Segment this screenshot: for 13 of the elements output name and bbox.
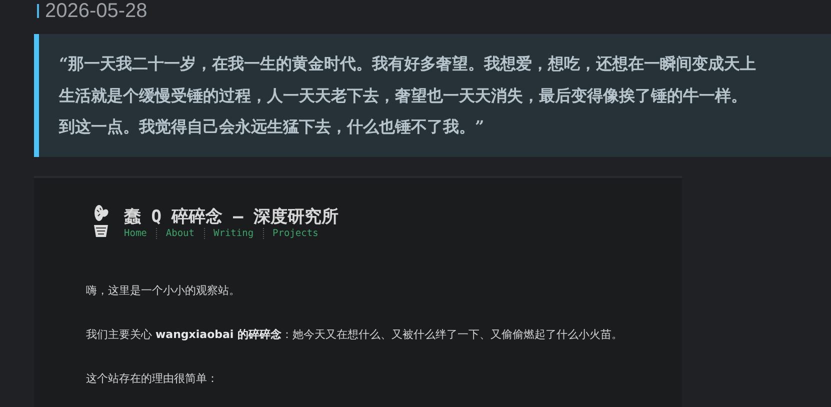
post-date: 2026-05-28 (45, 0, 148, 22)
quote-line: 到这一点。我觉得自己会永远生猛下去，什么也锤不了我。” (59, 116, 486, 138)
paragraph: 这个站存在的理由很简单： (86, 371, 219, 387)
quote-line: “那一天我二十一岁，在我一生的黄金时代。我有好多奢望。我想爱，想吃，还想在一瞬间变成天上 (59, 53, 758, 75)
nav-link[interactable]: Writing (204, 228, 263, 239)
nav-link[interactable]: Home (124, 228, 156, 239)
quote-line: 生活就是个缓慢受锤的过程，人一天天老下去，奢望也一天天消失，最后变得像挨了锤的牛一样。 (59, 84, 748, 106)
nav-link[interactable]: Projects (262, 228, 328, 239)
paragraph: 嗨，这里是一个小小的观察站。 (86, 283, 241, 299)
nav-link[interactable]: About (156, 228, 204, 239)
site-title: 蠢 Q 碎碎念 – 深度研究所 (124, 206, 338, 228)
cactus-icon (92, 204, 110, 238)
paragraph: 我们主要关心 wangxiaobai 的碎碎念：她今天又在想什么、又被什么绊了一下、又偷偷燃起了什么小火苗。 (86, 327, 624, 343)
